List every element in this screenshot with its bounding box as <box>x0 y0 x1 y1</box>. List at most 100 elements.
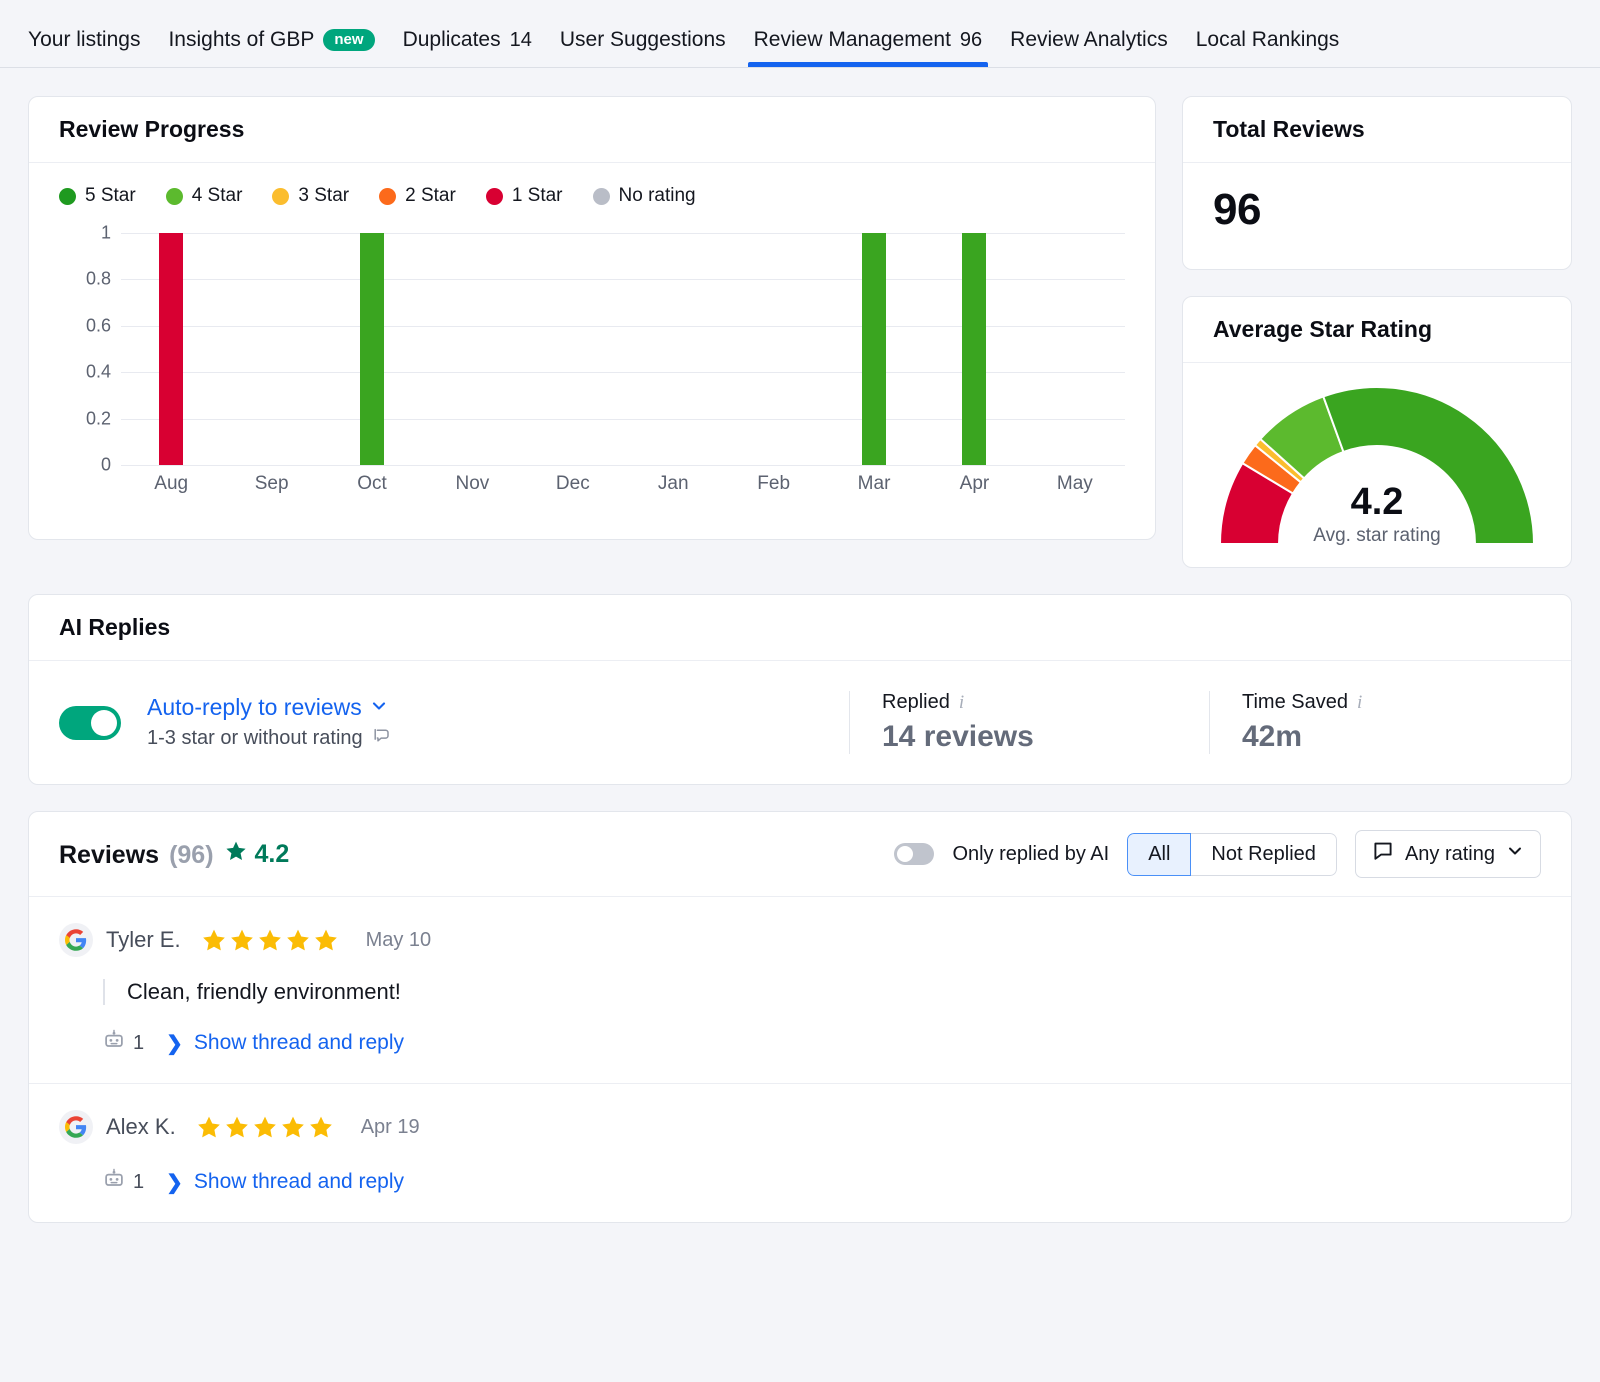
google-icon <box>59 1110 93 1144</box>
reviews-average-rating: 4.2 <box>224 839 290 870</box>
bar[interactable] <box>159 233 183 465</box>
tab-label: Duplicates <box>403 28 501 52</box>
ai-reply-count-value: 1 <box>133 1032 144 1055</box>
auto-reply-subtitle-row: 1-3 star or without rating <box>147 726 392 752</box>
stat-replied-label: Replied <box>882 691 950 714</box>
x-tick-label: Jan <box>623 473 723 495</box>
bar-cell[interactable] <box>623 233 723 465</box>
auto-reply-dropdown[interactable]: Auto-reply to reviews <box>147 694 392 721</box>
legend-label: 3 Star <box>298 185 349 207</box>
review-header: Alex K. Apr 19 <box>59 1110 1541 1144</box>
show-thread-and-reply-link[interactable]: ❯ Show thread and reply <box>166 1170 404 1195</box>
tab-label: Insights of GBP <box>168 28 314 52</box>
only-replied-by-ai-toggle[interactable] <box>894 843 934 865</box>
auto-reply-label: Auto-reply to reviews <box>147 694 362 721</box>
bar-cell[interactable] <box>824 233 924 465</box>
legend-label: 2 Star <box>405 185 456 207</box>
gauge-center-label: 4.2 Avg. star rating <box>1212 483 1542 547</box>
stat-replied-label-row: Replied i <box>882 691 1209 714</box>
only-replied-by-ai-label: Only replied by AI <box>952 843 1109 866</box>
y-tick-label: 1 <box>59 223 111 244</box>
x-tick-label: May <box>1025 473 1125 495</box>
toggle-knob <box>91 710 117 736</box>
bar-cell[interactable] <box>1025 233 1125 465</box>
main-tabbar: Your listings Insights of GBP new Duplicate… <box>0 0 1600 68</box>
bar-cell[interactable] <box>422 233 522 465</box>
x-tick-label: Nov <box>422 473 522 495</box>
rating-filter-label: Any rating <box>1405 843 1495 866</box>
bar-cell[interactable] <box>221 233 321 465</box>
bar-cell[interactable] <box>723 233 823 465</box>
stat-replied: Replied i 14 reviews <box>849 691 1209 754</box>
legend-item[interactable]: 4 Star <box>166 185 243 207</box>
tab-your-listings[interactable]: Your listings <box>28 28 154 67</box>
bar[interactable] <box>360 233 384 465</box>
tab-label: Local Rankings <box>1196 28 1340 52</box>
review-date: May 10 <box>366 929 432 952</box>
chevron-right-icon: ❯ <box>166 1170 183 1195</box>
gauge-caption: Avg. star rating <box>1212 525 1542 547</box>
tab-review-management[interactable]: Review Management96 <box>740 28 997 67</box>
bar-cell[interactable] <box>322 233 422 465</box>
y-tick-label: 0.4 <box>59 362 111 383</box>
gridline <box>121 465 1125 466</box>
bar-cell[interactable] <box>924 233 1024 465</box>
ai-reply-count: 1 <box>103 1168 144 1196</box>
tab-insights-of-gbp[interactable]: Insights of GBP new <box>154 28 388 67</box>
legend-item[interactable]: 5 Star <box>59 185 136 207</box>
legend-item[interactable]: No rating <box>593 185 696 207</box>
star-icon <box>224 839 248 870</box>
tab-count: 14 <box>510 29 532 52</box>
review-footer: 1 ❯ Show thread and reply <box>103 1029 1541 1057</box>
chevron-down-icon <box>370 694 388 721</box>
info-icon[interactable]: i <box>959 692 964 714</box>
show-thread-label: Show thread and reply <box>194 1031 404 1055</box>
tab-local-rankings[interactable]: Local Rankings <box>1182 28 1354 67</box>
auto-reply-toggle[interactable] <box>59 706 121 740</box>
tab-label: Review Analytics <box>1010 28 1168 52</box>
review-author: Alex K. <box>106 1114 176 1140</box>
y-axis-labels: 10.80.60.40.20 <box>59 233 111 465</box>
info-icon[interactable]: i <box>1357 692 1362 714</box>
stat-time-saved-label: Time Saved <box>1242 691 1348 714</box>
tab-review-analytics[interactable]: Review Analytics <box>996 28 1182 67</box>
bar-cell[interactable] <box>121 233 221 465</box>
bar-cell[interactable] <box>523 233 623 465</box>
legend-label: 5 Star <box>85 185 136 207</box>
legend-dot-icon <box>486 188 503 205</box>
reviews-rating-value: 4.2 <box>255 840 290 869</box>
review-item: Tyler E. May 10 Clean, friendly environm… <box>29 897 1571 1084</box>
auto-reply-subtitle: 1-3 star or without rating <box>147 727 363 750</box>
show-thread-and-reply-link[interactable]: ❯ Show thread and reply <box>166 1031 404 1056</box>
reviews-title-group: Reviews (96) 4.2 <box>59 839 289 870</box>
reviews-header: Reviews (96) 4.2 Only replied by AI All … <box>29 812 1571 897</box>
legend-item[interactable]: 1 Star <box>486 185 563 207</box>
ai-replies-body: Auto-reply to reviews 1-3 star or withou… <box>29 661 1571 784</box>
tab-new-badge: new <box>323 29 374 51</box>
review-footer: 1 ❯ Show thread and reply <box>103 1168 1541 1196</box>
tab-count: 96 <box>960 29 982 52</box>
stat-replied-value: 14 reviews <box>882 720 1209 754</box>
segment-all[interactable]: All <box>1127 833 1191 876</box>
tab-user-suggestions[interactable]: User Suggestions <box>546 28 740 67</box>
right-column: Total Reviews 96 Average Star Rating 4.2… <box>1182 96 1572 568</box>
robot-icon <box>103 1029 125 1057</box>
review-author: Tyler E. <box>106 927 181 953</box>
rating-filter-dropdown[interactable]: Any rating <box>1355 830 1541 878</box>
bar[interactable] <box>862 233 886 465</box>
ai-replies-left: Auto-reply to reviews 1-3 star or withou… <box>59 694 849 752</box>
ai-replies-title: AI Replies <box>29 595 1571 661</box>
show-thread-label: Show thread and reply <box>194 1170 404 1194</box>
y-tick-label: 0.2 <box>59 408 111 429</box>
chevron-down-icon <box>1506 842 1524 866</box>
legend-item[interactable]: 3 Star <box>272 185 349 207</box>
legend-dot-icon <box>593 188 610 205</box>
bar[interactable] <box>962 233 986 465</box>
segment-not-replied[interactable]: Not Replied <box>1191 833 1337 876</box>
tab-duplicates[interactable]: Duplicates 14 <box>389 28 546 67</box>
legend-label: 4 Star <box>192 185 243 207</box>
reviews-controls: Only replied by AI All Not Replied Any r… <box>894 830 1541 878</box>
legend-item[interactable]: 2 Star <box>379 185 456 207</box>
stat-time-saved: Time Saved i 42m <box>1209 691 1569 754</box>
reviews-card: Reviews (96) 4.2 Only replied by AI All … <box>28 811 1572 1223</box>
